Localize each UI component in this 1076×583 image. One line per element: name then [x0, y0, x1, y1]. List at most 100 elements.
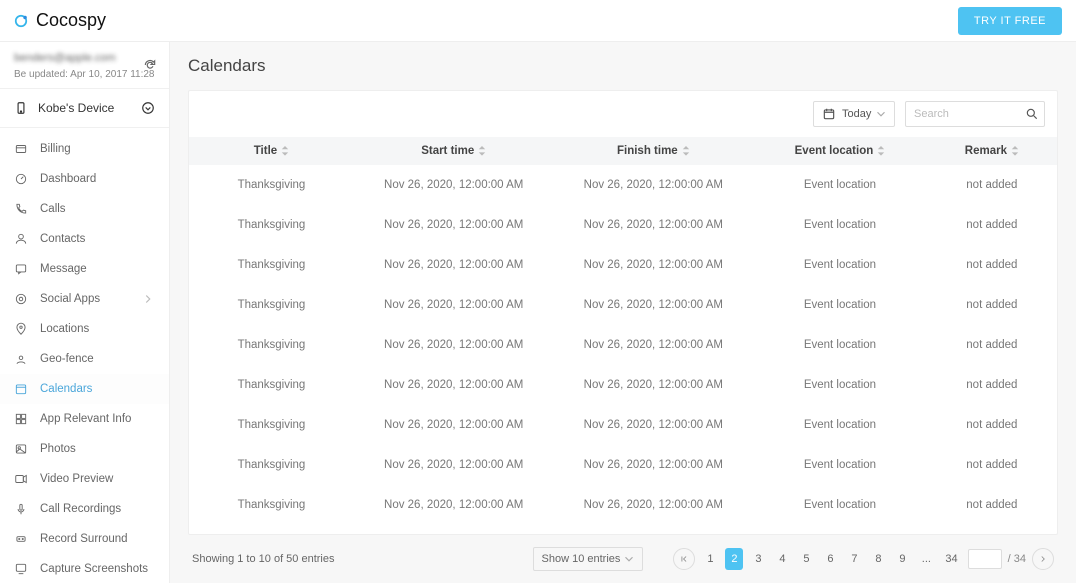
column-remark[interactable]: Remark — [927, 137, 1057, 165]
nav-label: Social Apps — [40, 293, 100, 305]
cell-start: Nov 26, 2020, 12:00:00 AM — [354, 485, 554, 525]
sidebar-item-billing[interactable]: Billing — [0, 134, 169, 164]
sort-icon — [877, 146, 885, 156]
refresh-icon[interactable] — [143, 58, 157, 72]
logo[interactable]: Cocospy — [14, 10, 106, 31]
search-input[interactable] — [905, 101, 1045, 127]
sidebar-item-contacts[interactable]: Contacts — [0, 224, 169, 254]
cell-loc: Event location — [753, 205, 927, 245]
nav-label: Photos — [40, 443, 76, 455]
page-title: Calendars — [188, 56, 1058, 76]
sidebar-item-record-surround[interactable]: Record Surround — [0, 524, 169, 554]
page-34[interactable]: 34 — [941, 548, 961, 570]
sidebar-item-capture-screenshots[interactable]: Capture Screenshots — [0, 554, 169, 583]
cell-remark: not added — [927, 405, 1057, 445]
table-row[interactable]: ThanksgivingNov 26, 2020, 12:00:00 AMNov… — [189, 285, 1057, 325]
table-row[interactable]: ThanksgivingNov 26, 2020, 12:00:00 AMNov… — [189, 365, 1057, 405]
table-header: Title Start time Finish timeEvent location… — [189, 137, 1057, 165]
try-it-free-button[interactable]: TRY IT FREE — [958, 7, 1062, 35]
updated-prefix: Be updated: — [14, 69, 70, 80]
sidebar-item-app-relevant-info[interactable]: App Relevant Info — [0, 404, 169, 434]
page-6[interactable]: 6 — [821, 548, 839, 570]
table-row[interactable]: ThanksgivingNov 26, 2020, 12:00:00 AMNov… — [189, 165, 1057, 205]
sort-icon — [281, 146, 289, 156]
nav-label: Geo-fence — [40, 353, 94, 365]
calendar-icon — [822, 107, 836, 121]
table-row[interactable]: ThanksgivingNov 26, 2020, 12:00:00 AMNov… — [189, 325, 1057, 365]
nav-label: Capture Screenshots — [40, 563, 148, 575]
nav-label: Dashboard — [40, 173, 96, 185]
page-...[interactable]: ... — [917, 548, 935, 570]
nav-label: Video Preview — [40, 473, 113, 485]
table-row[interactable]: ThanksgivingNov 26, 2020, 12:00:00 AMNov… — [189, 445, 1057, 485]
nav-label: Locations — [40, 323, 89, 335]
page-input[interactable] — [968, 549, 1002, 569]
table-row[interactable]: ThanksgivingNov 26, 2020, 12:00:00 AMNov… — [189, 405, 1057, 445]
cell-start: Nov 26, 2020, 12:00:00 AM — [354, 325, 554, 365]
page-8[interactable]: 8 — [869, 548, 887, 570]
column-event-location[interactable]: Event location — [753, 137, 927, 165]
sidebar-item-geo-fence[interactable]: Geo-fence — [0, 344, 169, 374]
show-entries-label: Show 10 entries — [542, 553, 621, 565]
page-3[interactable]: 3 — [749, 548, 767, 570]
cell-start: Nov 26, 2020, 12:00:00 AM — [354, 165, 554, 205]
nav-icon — [14, 412, 28, 426]
column-start-time[interactable]: Start time — [354, 137, 554, 165]
nav-label: Message — [40, 263, 87, 275]
page-4[interactable]: 4 — [773, 548, 791, 570]
data-table: Title Start time Finish timeEvent location… — [189, 137, 1057, 165]
table-row[interactable]: ThanksgivingNov 26, 2020, 12:00:00 AMNov… — [189, 205, 1057, 245]
cell-title: Thanksgiving — [189, 285, 354, 325]
cell-loc: Event location — [753, 325, 927, 365]
cell-remark: not added — [927, 285, 1057, 325]
cell-loc: Event location — [753, 165, 927, 205]
page-1[interactable]: 1 — [701, 548, 719, 570]
sort-icon — [682, 146, 690, 156]
column-title[interactable]: Title — [189, 137, 354, 165]
cell-remark: not added — [927, 485, 1057, 525]
nav-label: Contacts — [40, 233, 85, 245]
table-row[interactable]: ThanksgivingNov 26, 2020, 12:00:00 AMNov… — [189, 245, 1057, 285]
search-icon[interactable] — [1025, 107, 1039, 121]
cell-title: Thanksgiving — [189, 325, 354, 365]
cell-loc: Event location — [753, 485, 927, 525]
column-finish-time[interactable]: Finish time — [554, 137, 754, 165]
nav-label: Billing — [40, 143, 71, 155]
nav-label: Calls — [40, 203, 66, 215]
column-label: Start time — [421, 145, 474, 157]
sidebar-header: benders@apple.com Be updated: Apr 10, 20… — [0, 42, 169, 89]
sidebar-item-call-recordings[interactable]: Call Recordings — [0, 494, 169, 524]
page-5[interactable]: 5 — [797, 548, 815, 570]
sidebar-item-social-apps[interactable]: Social Apps — [0, 284, 169, 314]
page-2[interactable]: 2 — [725, 548, 743, 570]
page-7[interactable]: 7 — [845, 548, 863, 570]
cell-remark: not added — [927, 165, 1057, 205]
account-email: benders@apple.com — [14, 52, 155, 66]
cell-remark: not added — [927, 445, 1057, 485]
sidebar-item-calls[interactable]: Calls — [0, 194, 169, 224]
cell-title: Thanksgiving — [189, 365, 354, 405]
sidebar: benders@apple.com Be updated: Apr 10, 20… — [0, 42, 170, 583]
table-row[interactable]: ThanksgivingNov 26, 2020, 12:00:00 AMNov… — [189, 485, 1057, 525]
cell-title: Thanksgiving — [189, 205, 354, 245]
sidebar-item-dashboard[interactable]: Dashboard — [0, 164, 169, 194]
cell-finish: Nov 26, 2020, 12:00:00 AM — [554, 165, 754, 205]
cell-title: Thanksgiving — [189, 245, 354, 285]
date-range-select[interactable]: Today — [813, 101, 895, 127]
nav-icon — [14, 292, 28, 306]
sidebar-item-video-preview[interactable]: Video Preview — [0, 464, 169, 494]
cell-finish: Nov 26, 2020, 12:00:00 AM — [554, 485, 754, 525]
cell-title: Thanksgiving — [189, 445, 354, 485]
date-range-label: Today — [842, 108, 871, 120]
cell-start: Nov 26, 2020, 12:00:00 AM — [354, 205, 554, 245]
sidebar-item-calendars[interactable]: Calendars — [0, 374, 169, 404]
pager-next[interactable] — [1032, 548, 1054, 570]
sidebar-item-locations[interactable]: Locations — [0, 314, 169, 344]
show-entries-select[interactable]: Show 10 entries — [533, 547, 644, 571]
nav-icon — [14, 172, 28, 186]
sidebar-item-message[interactable]: Message — [0, 254, 169, 284]
device-selector[interactable]: Kobe's Device — [0, 89, 169, 128]
sidebar-item-photos[interactable]: Photos — [0, 434, 169, 464]
page-9[interactable]: 9 — [893, 548, 911, 570]
pager-first[interactable] — [673, 548, 695, 570]
